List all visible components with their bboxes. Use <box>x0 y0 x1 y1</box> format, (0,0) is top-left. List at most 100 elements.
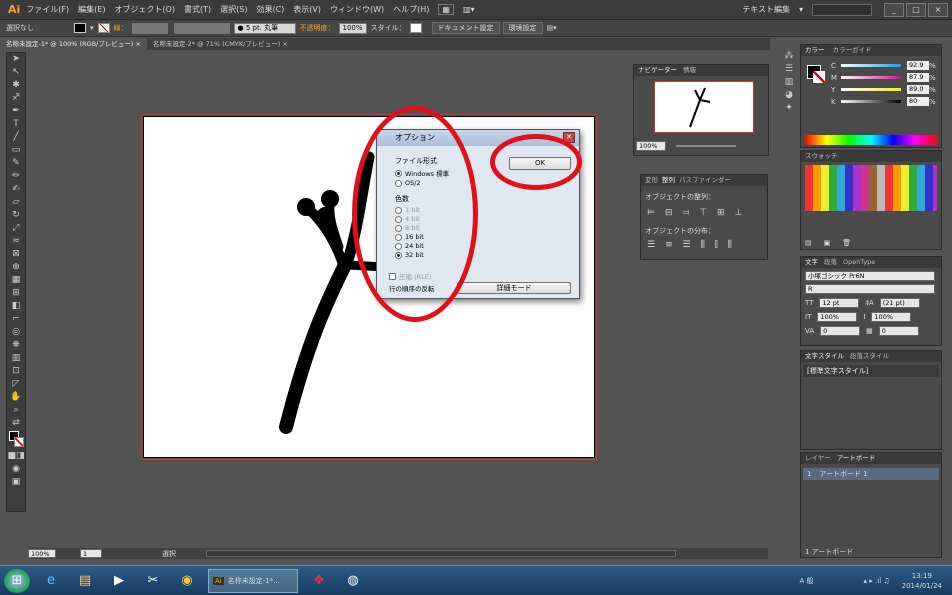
layers-panel-icon[interactable]: ☰ <box>780 63 798 76</box>
eraser-tool-icon[interactable]: ▱ <box>7 196 25 209</box>
advanced-mode-button[interactable]: 詳細モード <box>457 282 571 294</box>
y-slider[interactable] <box>841 88 901 91</box>
page-field[interactable]: 1 <box>80 549 102 558</box>
m-slider[interactable] <box>841 76 901 79</box>
k-value[interactable]: 80 <box>907 97 929 106</box>
swatch-library-icon[interactable]: ▤ <box>805 239 812 247</box>
eyedropper-icon[interactable]: ⌐ <box>7 313 25 326</box>
tracking-field[interactable]: 0 <box>878 326 919 336</box>
draw-mode-icon[interactable]: ◉ <box>7 463 25 476</box>
free-transform-icon[interactable]: ⊠ <box>7 248 25 261</box>
stroke-color-box[interactable] <box>813 71 825 83</box>
distribute-top-icon[interactable]: ☰ <box>647 240 655 250</box>
explorer-icon[interactable]: ▤ <box>72 569 98 593</box>
magic-wand-icon[interactable]: ✱ <box>7 79 25 92</box>
c-value[interactable]: 92.9 <box>907 61 929 70</box>
tab-layers[interactable]: レイヤー <box>805 453 831 464</box>
media-player-icon[interactable]: ▶ <box>106 569 132 593</box>
distribute-bottom-icon[interactable]: ☰ <box>683 240 691 250</box>
screen-mode-icon[interactable]: ▣ <box>7 476 25 489</box>
horizontal-scrollbar[interactable] <box>206 550 676 557</box>
start-button-icon[interactable]: ⊞ <box>4 568 30 593</box>
tab-color[interactable]: カラー <box>805 45 825 56</box>
graphic-styles-icon[interactable]: ◕ <box>780 89 798 102</box>
lasso-icon[interactable]: ♐ <box>7 92 25 105</box>
style-swatch[interactable] <box>409 23 422 33</box>
tab-document-2[interactable]: 名称未設定-2* @ 71% (CMYK/プレビュー) × <box>147 38 294 50</box>
document-setup-button[interactable]: ドキュメント設定 <box>431 22 500 34</box>
brush-panel-icon[interactable]: ⁂ <box>780 50 798 63</box>
char-style-item[interactable]: [標準文字スタイル] <box>803 365 939 377</box>
symbol-sprayer-icon[interactable]: ❋ <box>7 339 25 352</box>
tab-navigator[interactable]: ナビゲーター <box>638 65 677 76</box>
color-spectrum[interactable] <box>805 135 937 145</box>
blend-tool-icon[interactable]: ◎ <box>7 326 25 339</box>
kerning-field[interactable]: 0 <box>820 326 861 336</box>
swap-colors-icon[interactable]: ⇄ <box>7 417 25 430</box>
tab-character[interactable]: 文字 <box>805 257 818 268</box>
tray-icons[interactable]: ▴ ▸ .ıl ♫ <box>864 577 890 585</box>
pencil-tool-icon[interactable]: ✏ <box>7 170 25 183</box>
c-slider[interactable] <box>841 64 901 67</box>
tab-opentype[interactable]: OpenType <box>843 257 875 268</box>
app-red-icon[interactable]: ❖ <box>306 569 332 593</box>
distribute-hcenter-icon[interactable]: ⫿ <box>715 240 718 250</box>
artboard-tool-icon[interactable]: ⊡ <box>7 365 25 378</box>
tab-pathfinder[interactable]: パスファインダー <box>679 175 731 186</box>
type-tool-icon[interactable]: T <box>7 118 25 131</box>
bridge-icon[interactable]: ▦ <box>438 4 454 15</box>
variable-width-dropdown[interactable] <box>173 22 230 34</box>
leading-field[interactable]: (21 pt) <box>879 298 920 308</box>
fill-swatch[interactable] <box>74 23 86 33</box>
clock[interactable]: 13:19 2014/01/24 <box>902 571 942 591</box>
tab-document-1[interactable]: 名称未設定-1* @ 100% (RGB/プレビュー) × <box>0 38 147 50</box>
menu-edit[interactable]: 編集(E) <box>78 4 105 15</box>
fill-stroke-icon[interactable] <box>7 430 25 450</box>
perspective-grid-icon[interactable]: ▦ <box>7 274 25 287</box>
tab-info[interactable]: 情報 <box>683 65 696 76</box>
rectangle-tool-icon[interactable]: ▭ <box>7 144 25 157</box>
align-top-icon[interactable]: ⊤ <box>699 208 707 218</box>
tools-icon[interactable]: ✂ <box>140 569 166 593</box>
font-size-field[interactable]: 12 pt <box>819 298 860 308</box>
blob-brush-icon[interactable]: ✍ <box>7 183 25 196</box>
hand-tool-icon[interactable]: ✋ <box>7 391 25 404</box>
vscale-field[interactable]: 100% <box>817 312 858 322</box>
opacity-field[interactable]: 100% <box>338 22 367 34</box>
ie-icon[interactable]: e <box>38 569 64 593</box>
menu-help[interactable]: ヘルプ(H) <box>393 4 429 15</box>
stroke-weight-dropdown[interactable] <box>131 22 168 34</box>
brush-dropdown[interactable]: ● 5 pt. 丸筆 <box>233 22 296 34</box>
navigator-zoom-field[interactable]: 100% <box>636 141 666 151</box>
menu-effect[interactable]: 効果(C) <box>256 4 284 15</box>
rotate-tool-icon[interactable]: ↻ <box>7 209 25 222</box>
stroke-swatch[interactable] <box>97 23 110 33</box>
k-slider[interactable] <box>841 100 901 103</box>
arrange-icon[interactable]: ▤▾ <box>547 24 557 32</box>
arrange-docs-icon[interactable]: ▥▾ <box>463 5 475 14</box>
shape-builder-icon[interactable]: ⊕ <box>7 261 25 274</box>
y-value[interactable]: 89.0 <box>907 85 929 94</box>
preferences-button[interactable]: 環境設定 <box>502 22 543 34</box>
tab-align[interactable]: 整列 <box>662 175 675 186</box>
chevron-down-icon[interactable]: ▾ <box>799 5 803 14</box>
menu-select[interactable]: 選択(S) <box>220 4 247 15</box>
tab-swatches[interactable]: スウォッチ <box>801 151 941 162</box>
tab-artboards[interactable]: アートボード <box>837 453 876 464</box>
menu-file[interactable]: ファイル(F) <box>26 4 69 15</box>
new-swatch-icon[interactable]: ▣ <box>824 239 831 247</box>
maximize-button[interactable]: □ <box>906 2 926 17</box>
warp-tool-icon[interactable]: ≈ <box>7 235 25 248</box>
zoom-field[interactable]: 100% <box>28 549 56 558</box>
distribute-left-icon[interactable]: ⫼ <box>701 240 705 250</box>
tab-transform[interactable]: 変形 <box>645 175 658 186</box>
mesh-tool-icon[interactable]: ⊞ <box>7 287 25 300</box>
chrome-icon[interactable]: ◉ <box>174 569 200 593</box>
align-bottom-icon[interactable]: ⊥ <box>735 208 743 218</box>
scale-tool-icon[interactable]: ⤢ <box>7 222 25 235</box>
distribute-vcenter-icon[interactable]: ≡ <box>665 240 673 250</box>
m-value[interactable]: 87.9 <box>907 73 929 82</box>
zoom-tool-icon[interactable]: ⌕ <box>7 404 25 417</box>
app-globe-icon[interactable]: ◍ <box>340 569 366 593</box>
navigator-preview[interactable] <box>654 81 754 133</box>
